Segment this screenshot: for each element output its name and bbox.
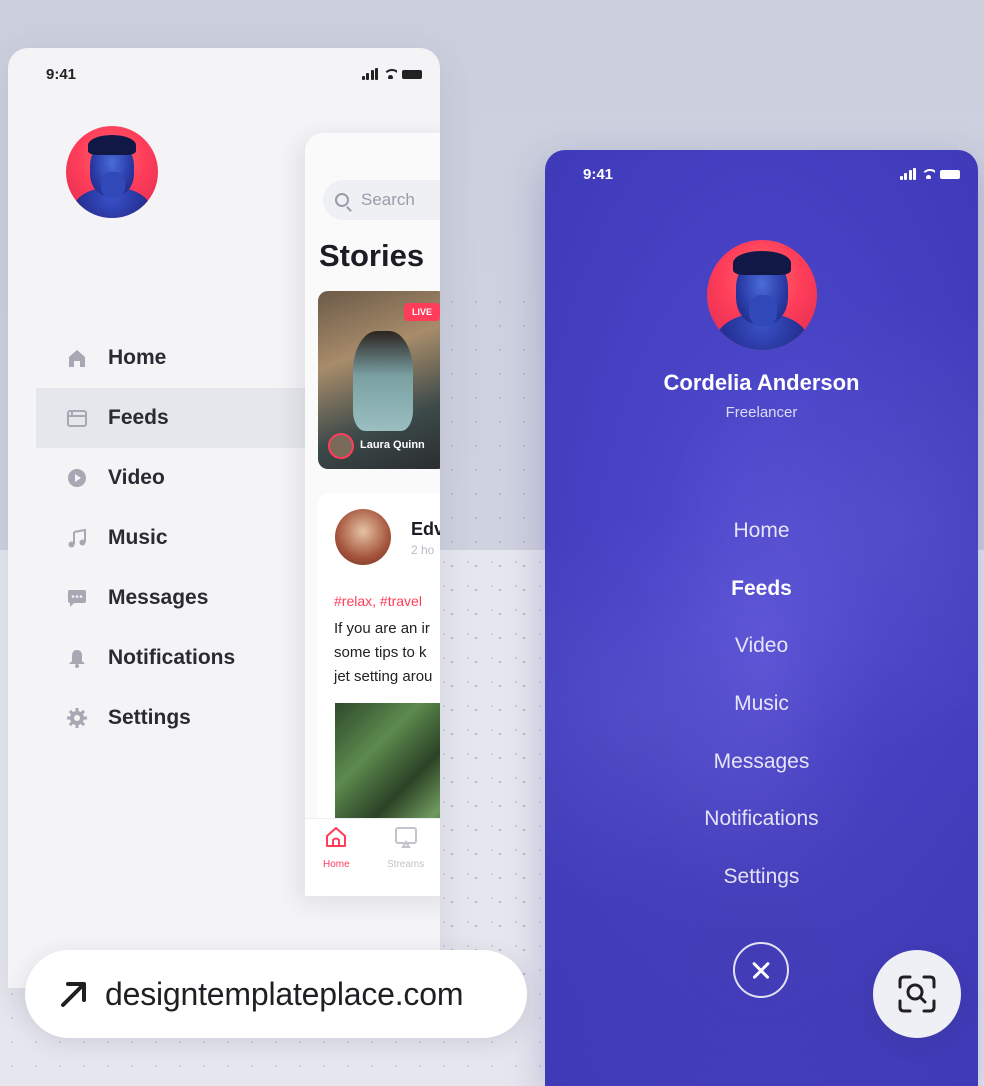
- status-icons: [361, 68, 422, 80]
- post-author: Edv: [411, 519, 440, 539]
- menu-item-notifications[interactable]: Notifications: [545, 790, 978, 848]
- post-image[interactable]: [335, 703, 440, 823]
- dot-pattern: [440, 290, 550, 990]
- home-outline-icon: [324, 825, 348, 849]
- search-input[interactable]: Search: [323, 180, 440, 220]
- menu-item-home[interactable]: Home: [36, 328, 326, 388]
- live-badge-text: LIVE: [411, 307, 432, 317]
- music-icon: [66, 527, 88, 549]
- menu-item-label: Home: [108, 346, 167, 369]
- menu-item-settings[interactable]: Settings: [36, 688, 326, 748]
- post-text-line: jet setting arou: [334, 668, 433, 685]
- arrow-up-right-icon: [57, 977, 91, 1011]
- stories-title: Stories: [319, 238, 425, 273]
- story-card[interactable]: LIVE Laura Quinn: [318, 291, 440, 469]
- menu-item-label: Notifications: [108, 646, 236, 669]
- post-tags[interactable]: #relax, #travel: [334, 593, 422, 609]
- menu-item-messages[interactable]: Messages: [545, 733, 978, 791]
- post-text-line: If you are an ir: [334, 620, 430, 637]
- tab-home[interactable]: Home: [323, 825, 350, 870]
- tab-streams[interactable]: Streams: [387, 825, 424, 870]
- wifi-icon: [383, 69, 397, 79]
- menu-item-label: Music: [108, 526, 168, 549]
- menu-item-notifications[interactable]: Notifications: [36, 628, 326, 688]
- signal-icon: [361, 68, 378, 80]
- feeds-icon: [66, 407, 88, 429]
- tv-icon: [394, 825, 418, 849]
- avatar[interactable]: [707, 240, 817, 350]
- post-time: 2 ho: [411, 543, 435, 557]
- menu-item-video[interactable]: Video: [36, 448, 326, 508]
- user-role: Freelancer: [725, 404, 798, 421]
- user-name: Cordelia Anderson: [663, 370, 860, 395]
- status-icons: [899, 168, 960, 180]
- menu-item-messages[interactable]: Messages: [36, 568, 326, 628]
- play-icon: [66, 467, 88, 489]
- close-button[interactable]: [733, 942, 789, 998]
- menu-item-music[interactable]: Music: [545, 675, 978, 733]
- menu-item-label: Settings: [108, 706, 191, 729]
- menu-item-feeds[interactable]: Feeds: [545, 560, 978, 618]
- menu-item-label: Messages: [108, 586, 209, 609]
- lens-search-icon: [873, 975, 961, 1042]
- wifi-icon: [921, 169, 935, 179]
- story-image: [353, 331, 413, 431]
- menu-item-settings[interactable]: Settings: [545, 848, 978, 906]
- gear-icon: [66, 707, 88, 729]
- live-badge: LIVE: [403, 303, 440, 321]
- visual-search-button[interactable]: [873, 950, 961, 1038]
- status-bar: 9:41: [46, 66, 422, 86]
- status-time: 9:41: [583, 166, 614, 183]
- menu-item-video[interactable]: Video: [545, 617, 978, 675]
- post-text-line: some tips to k: [334, 644, 427, 661]
- status-time: 9:41: [46, 66, 77, 83]
- right-phone-screen: 9:41 Cordelia Anderson Freelancer Home F…: [545, 150, 978, 1086]
- story-user-name: Laura Quinn: [360, 439, 425, 451]
- battery-icon: [402, 69, 422, 79]
- story-avatar: [328, 433, 354, 459]
- search-placeholder: Search: [361, 190, 415, 209]
- tab-label: Streams: [387, 859, 425, 870]
- menu-item-music[interactable]: Music: [36, 508, 326, 568]
- status-bar: 9:41: [583, 166, 960, 186]
- avatar[interactable]: [66, 126, 158, 218]
- side-menu: Home Feeds Video Music Messages Notifica…: [545, 502, 978, 906]
- post-text: If you are an ir some tips to k jet sett…: [334, 617, 432, 689]
- source-link-pill[interactable]: designtemplateplace.com: [25, 950, 527, 1038]
- app-preview-card: Search Stories LIVE Laura Quinn Edv 2 ho…: [305, 133, 440, 896]
- bell-icon: [66, 647, 88, 669]
- side-menu: Home Feeds Video Music Messages Notifica…: [36, 328, 326, 748]
- menu-item-label: Video: [108, 466, 165, 489]
- left-phone-screen: 9:41 Home Feeds Video Music Messages Not…: [8, 48, 440, 988]
- source-link-text: designtemplateplace.com: [105, 975, 464, 1012]
- menu-item-label: Feeds: [108, 406, 169, 429]
- signal-icon: [899, 168, 916, 180]
- menu-item-feeds[interactable]: Feeds: [36, 388, 326, 448]
- search-icon: [335, 193, 349, 207]
- battery-icon: [940, 169, 960, 179]
- message-icon: [66, 587, 88, 609]
- tab-label: Home: [323, 859, 350, 870]
- tab-bar: Home Streams: [305, 818, 440, 896]
- home-icon: [66, 347, 88, 369]
- menu-item-home[interactable]: Home: [545, 502, 978, 560]
- post-avatar[interactable]: [335, 509, 391, 565]
